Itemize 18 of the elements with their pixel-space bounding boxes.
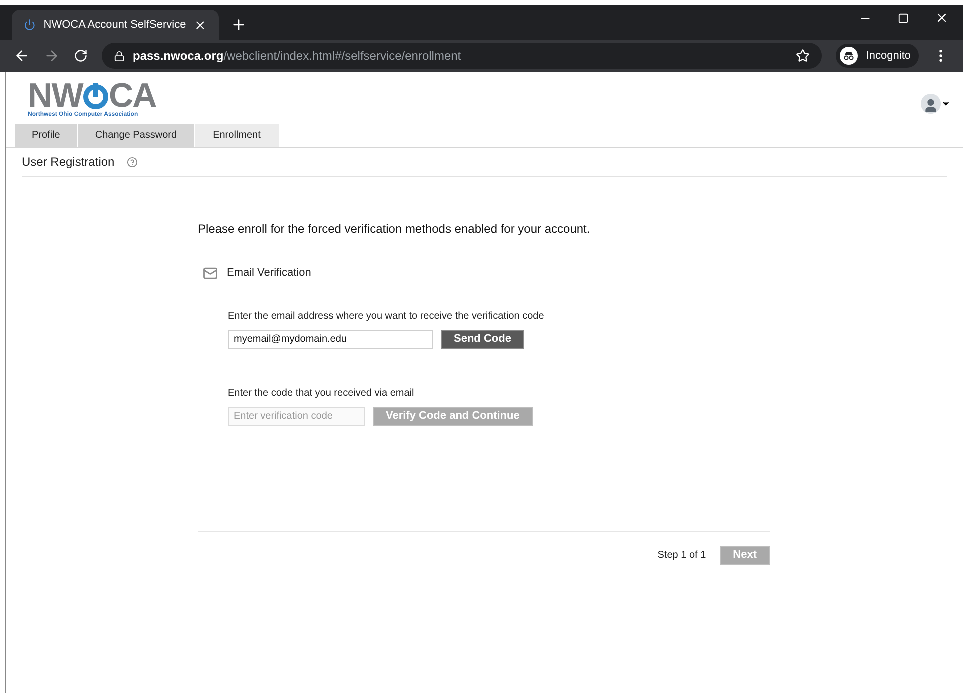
browser-tab[interactable]: NWOCA Account SelfService — [12, 10, 219, 40]
method-title: Email Verification — [227, 266, 312, 281]
intro-text: Please enroll for the forced verification methods enabled for your account. — [198, 221, 592, 238]
send-code-button[interactable]: Send Code — [441, 330, 524, 348]
address-bar[interactable]: pass.nwoca.org/webclient/index.html#/selfservice/enrollment — [102, 43, 822, 69]
tab-title: NWOCA Account SelfService — [44, 18, 186, 33]
tab[interactable]: Change Password — [78, 124, 194, 147]
code-field[interactable]: Enter verification code — [228, 406, 365, 426]
section-title: User Registration — [22, 154, 115, 171]
profile-label: Incognito — [866, 48, 911, 64]
tab[interactable]: Profile — [15, 124, 78, 147]
step-indicator: Step 1 of 1 — [658, 548, 706, 562]
code-label: Enter the code that you received via email — [228, 386, 416, 400]
email-field[interactable]: myemail@mydomain.edu — [228, 330, 433, 348]
email-label: Enter the email address where you want to receive the verification code — [228, 310, 546, 324]
incognito-chip[interactable]: Incognito — [836, 44, 919, 68]
tab[interactable]: Enrollment — [195, 124, 279, 147]
url-text: pass.nwoca.org/webclient/index.html#/selfservice/enrollment — [133, 48, 462, 65]
